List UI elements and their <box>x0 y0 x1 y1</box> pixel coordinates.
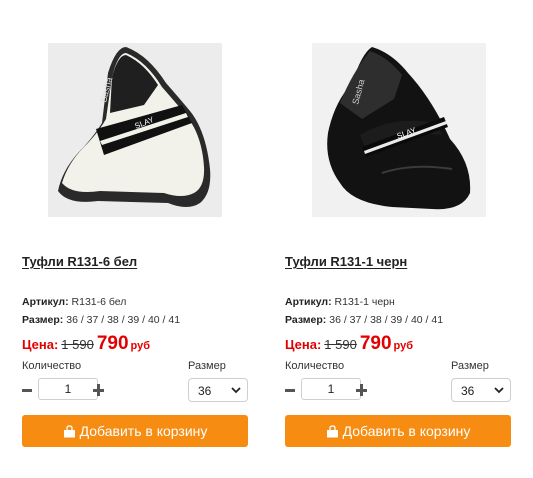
article-value: R131-6 бел <box>71 296 127 308</box>
old-price: 1 590 <box>324 337 357 352</box>
product-title[interactable]: Туфли R131-6 бел <box>22 254 137 269</box>
sizes-value: 36 / 37 / 38 / 39 / 40 / 41 <box>329 314 444 326</box>
quantity-decrease-button[interactable] <box>285 380 296 400</box>
add-to-cart-label: Добавить в корзину <box>342 423 471 439</box>
product-card: SLAY Sasha Туфли R131-6 бел Артикул: R13… <box>22 0 248 478</box>
size-select[interactable]: 36 <box>188 378 248 402</box>
chevron-down-icon <box>494 387 504 394</box>
add-to-cart-button[interactable]: Добавить в корзину <box>285 415 511 447</box>
loafer-white-icon: SLAY Sasha <box>48 43 222 217</box>
article-label: Артикул: <box>285 296 332 308</box>
selected-size: 36 <box>198 384 212 398</box>
shopping-bag-icon <box>63 425 75 438</box>
sizes-row: Размер: 36 / 37 / 38 / 39 / 40 / 41 <box>285 314 443 326</box>
size-select-label: Размер <box>188 360 226 372</box>
product-image[interactable]: SLAY Sasha <box>312 43 486 217</box>
product-image[interactable]: SLAY Sasha <box>48 43 222 217</box>
sizes-row: Размер: 36 / 37 / 38 / 39 / 40 / 41 <box>22 314 180 326</box>
article-value: R131-1 черн <box>334 296 395 308</box>
sizes-value: 36 / 37 / 38 / 39 / 40 / 41 <box>66 314 181 326</box>
currency: руб <box>393 340 414 352</box>
chevron-down-icon <box>231 387 241 394</box>
quantity-label: Количество <box>285 360 345 372</box>
quantity-input[interactable] <box>38 378 98 400</box>
product-card: SLAY Sasha Туфли R131-1 черн Артикул: R1… <box>285 0 511 478</box>
old-price: 1 590 <box>61 337 94 352</box>
quantity-increase-button[interactable] <box>93 380 104 400</box>
quantity-increase-button[interactable] <box>356 380 367 400</box>
new-price: 790 <box>359 333 392 354</box>
add-to-cart-label: Добавить в корзину <box>79 423 208 439</box>
shopping-bag-icon <box>326 425 338 438</box>
price-label: Цена: <box>285 337 322 352</box>
article-label: Артикул: <box>22 296 69 308</box>
size-select-label: Размер <box>451 360 489 372</box>
article-row: Артикул: R131-1 черн <box>285 296 395 308</box>
price-row: Цена: 1 590 790 руб <box>285 333 413 357</box>
currency: руб <box>130 340 151 352</box>
quantity-input[interactable] <box>301 378 361 400</box>
size-select[interactable]: 36 <box>451 378 511 402</box>
quantity-label: Количество <box>22 360 82 372</box>
loafer-black-icon: SLAY Sasha <box>312 43 486 217</box>
sizes-label: Размер: <box>285 314 327 326</box>
article-row: Артикул: R131-6 бел <box>22 296 126 308</box>
price-label: Цена: <box>22 337 59 352</box>
quantity-decrease-button[interactable] <box>22 380 33 400</box>
selected-size: 36 <box>461 384 475 398</box>
sizes-label: Размер: <box>22 314 64 326</box>
price-row: Цена: 1 590 790 руб <box>22 333 150 357</box>
add-to-cart-button[interactable]: Добавить в корзину <box>22 415 248 447</box>
product-title[interactable]: Туфли R131-1 черн <box>285 254 407 269</box>
new-price: 790 <box>96 333 129 354</box>
